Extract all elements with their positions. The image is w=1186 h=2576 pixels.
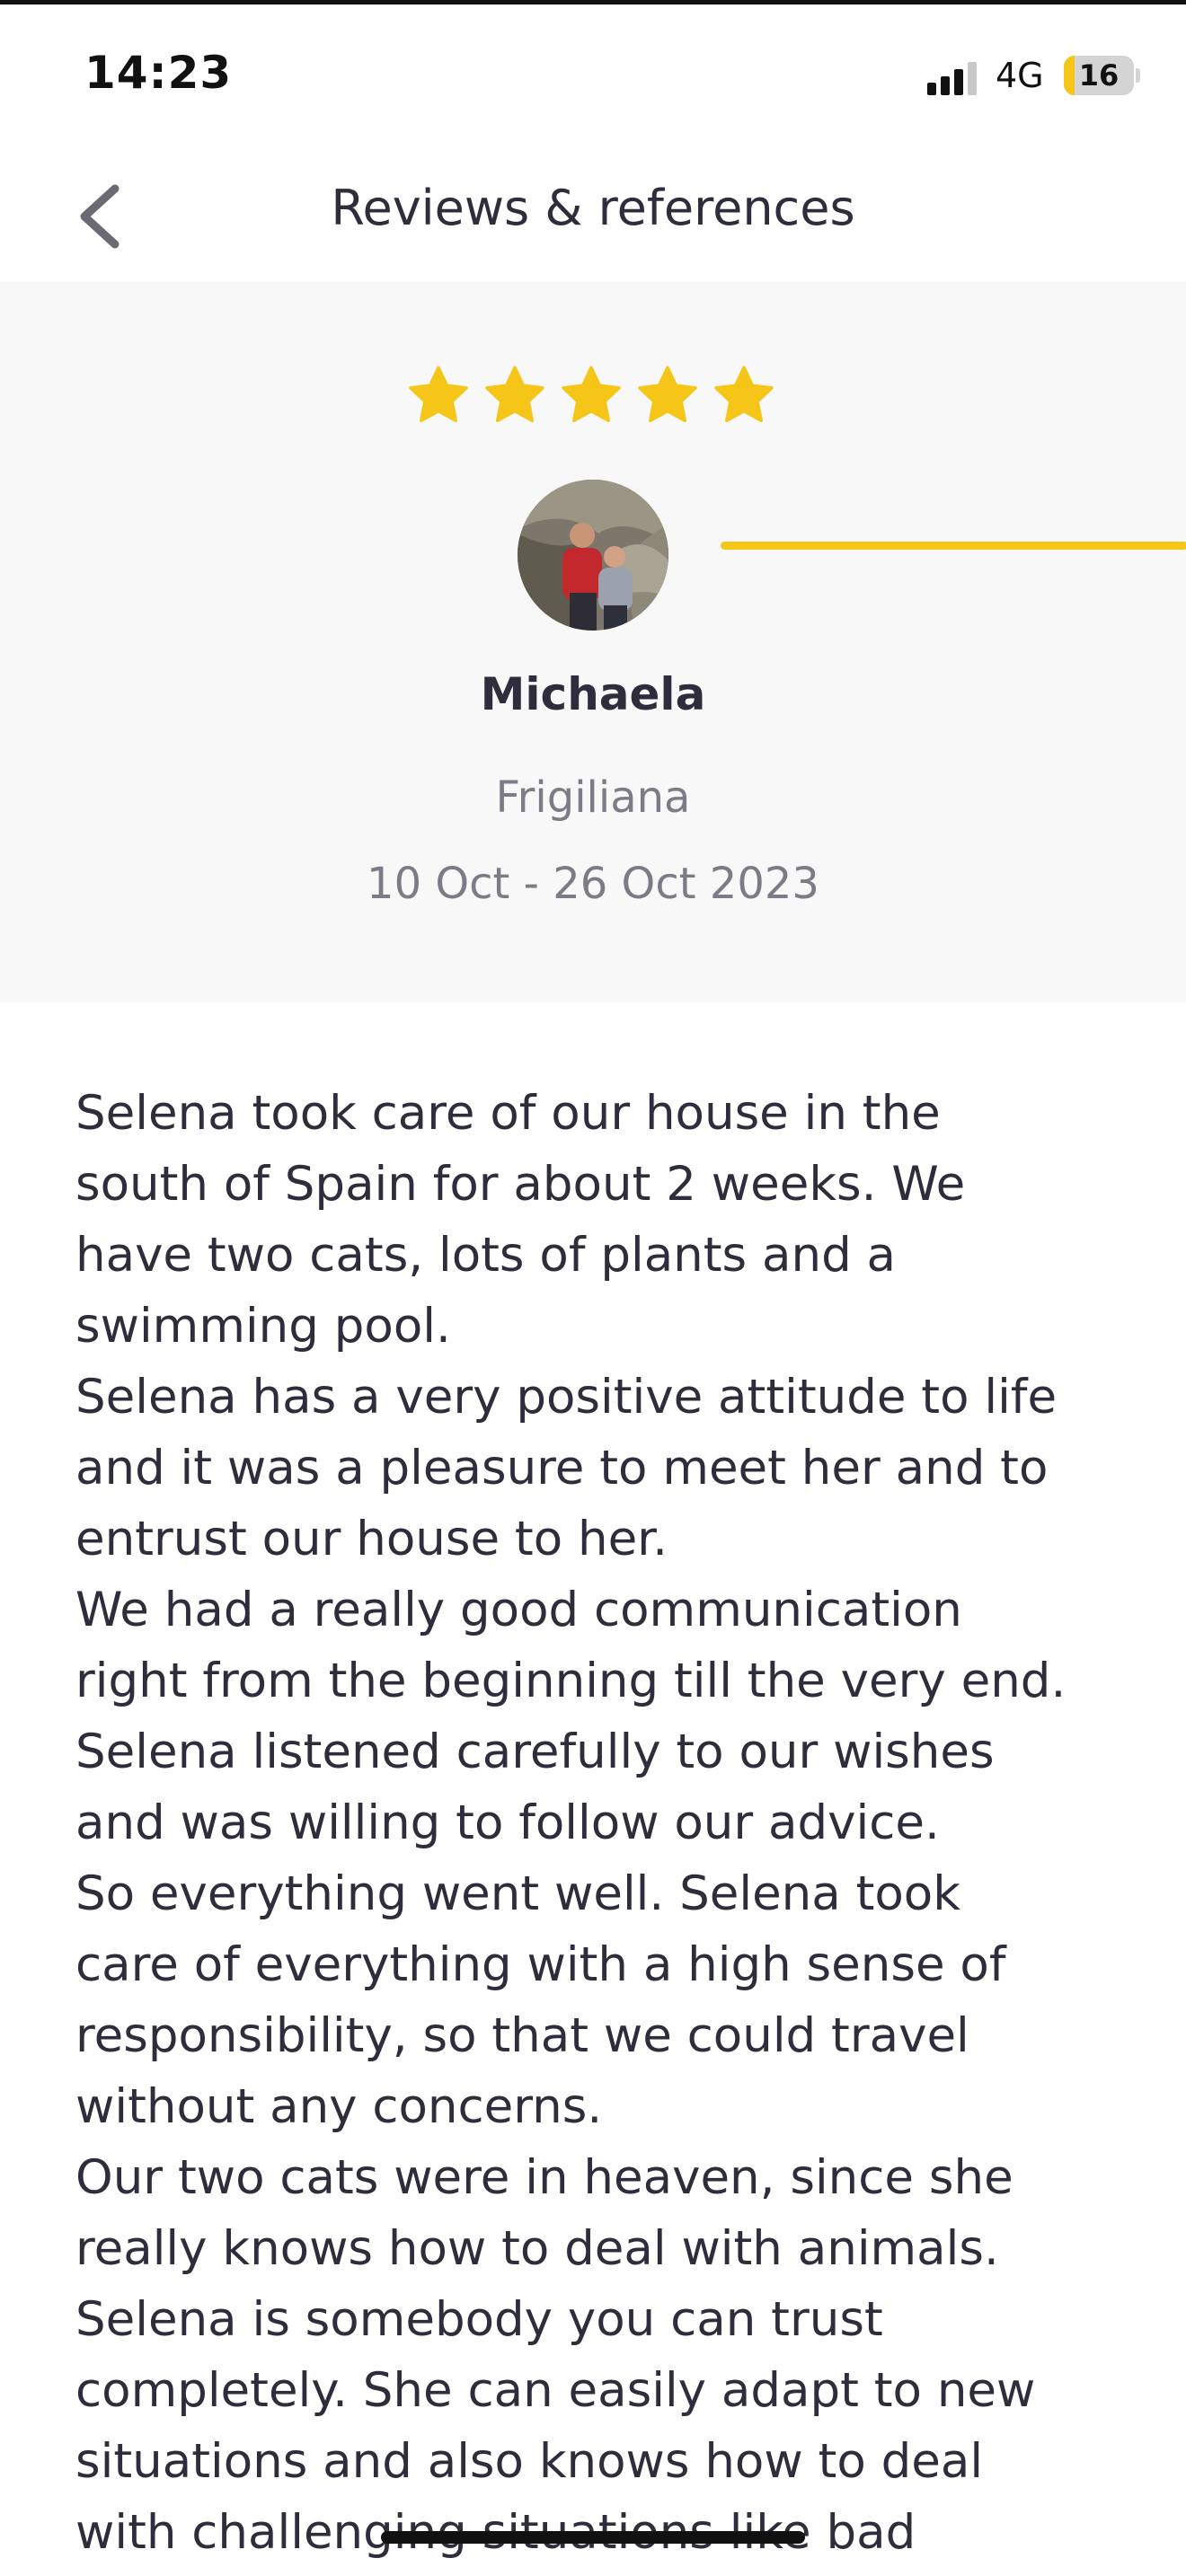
- status-bar: 14:23 4G 16: [0, 0, 1186, 144]
- home-indicator[interactable]: [381, 2531, 805, 2544]
- signal-bar: [954, 69, 963, 95]
- review-line: Our two cats were in heaven, since she: [75, 2150, 1013, 2205]
- reviewer-location: Frigiliana: [495, 772, 691, 823]
- review-line: swimming pool.: [75, 1299, 451, 1354]
- avatar-photo: [518, 480, 668, 631]
- review-line: have two cats, lots of plants and a: [75, 1228, 897, 1283]
- network-type: 4G: [996, 56, 1044, 95]
- status-time: 14:23: [84, 47, 233, 99]
- star-icon: [409, 366, 468, 422]
- review-line: completely. She can easily adapt to new: [75, 2363, 1036, 2418]
- review-line: We had a really good communication: [75, 1583, 962, 1637]
- review-line: So everything went well. Selena took: [75, 1866, 960, 1921]
- review-line: Selena listened carefully to our wishes: [75, 1725, 995, 1779]
- review-line: Selena has a very positive attitude to l…: [75, 1370, 1058, 1425]
- star-icon: [562, 366, 621, 422]
- signal-bar: [968, 62, 977, 95]
- review-line: right from the beginning till the very e…: [75, 1654, 1067, 1708]
- review-detail-screen: 14:23 4G 16 Reviews & references Michael…: [0, 0, 1186, 2576]
- review-line: really knows how to deal with animals.: [75, 2221, 999, 2276]
- review-line: Selena is somebody you can trust: [75, 2292, 883, 2347]
- page-title: Reviews & references: [331, 180, 855, 236]
- review-line: situations and also knows how to deal: [75, 2434, 984, 2489]
- stay-dates: 10 Oct - 26 Oct 2023: [367, 859, 819, 909]
- review-line: Selena took care of our house in the: [75, 1086, 941, 1141]
- review-line: without any concerns.: [75, 2079, 603, 2134]
- reviewer-name: Michaela: [480, 668, 706, 720]
- accent-progress-line: [721, 542, 1186, 550]
- review-line: responsibility, so that we could travel: [75, 2008, 969, 2063]
- signal-icon: [927, 59, 981, 95]
- battery-level: 16: [1078, 58, 1120, 93]
- review-line: and it was a pleasure to meet her and to: [75, 1441, 1049, 1495]
- star-rating: [406, 363, 783, 435]
- signal-bar: [927, 83, 936, 95]
- battery-cap: [1136, 68, 1140, 83]
- review-line: care of everything with a high sense of: [75, 1937, 1006, 1992]
- review-text: Selena took care of our house in the sou…: [75, 1078, 1136, 2568]
- reviewer-avatar[interactable]: [518, 480, 668, 631]
- star-icon: [714, 366, 774, 422]
- review-line: and was willing to follow our advice.: [75, 1795, 940, 1850]
- review-line: south of Spain for about 2 weeks. We: [75, 1157, 966, 1212]
- reviewer-panel: Michaela Frigiliana 10 Oct - 26 Oct 2023: [0, 282, 1186, 1002]
- battery-icon: 16: [1064, 56, 1134, 95]
- star-icon: [485, 366, 544, 422]
- review-line: entrust our house to her.: [75, 1512, 668, 1566]
- star-icon: [638, 366, 697, 422]
- signal-bar: [941, 76, 950, 95]
